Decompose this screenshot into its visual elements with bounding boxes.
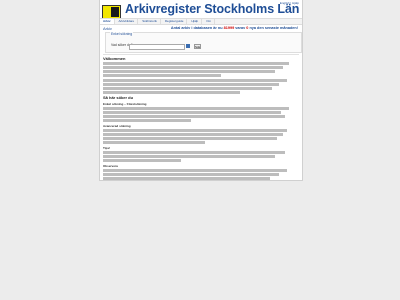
help-icon[interactable] <box>186 44 190 48</box>
main-nav: Arkiv Arkivbildare Sökhistorik Registerg… <box>100 18 302 25</box>
tab-arkivbildare[interactable]: Arkivbildare <box>116 19 139 24</box>
count-middle: varav <box>235 26 246 30</box>
text-line <box>103 87 272 90</box>
text-line <box>103 169 288 172</box>
text-line <box>103 159 182 162</box>
advanced-search-heading: Avancerad sökning <box>103 124 131 128</box>
text-line <box>103 119 192 122</box>
tips-heading: Tips! <box>103 146 111 150</box>
text-line <box>103 107 290 110</box>
text-line <box>103 115 286 118</box>
count-number: 81999 <box>223 26 235 30</box>
text-line <box>103 151 286 154</box>
search-legend: Enkel sökning <box>110 32 134 36</box>
simple-search-box: Enkel sökning Vad söker du? Sök <box>105 32 302 53</box>
tab-registerguide[interactable]: Registerguide <box>162 19 188 24</box>
observe-heading: Observera <box>103 164 118 168</box>
count-suffix: nya den senaste månaden! <box>249 26 298 30</box>
text-line <box>103 137 278 140</box>
text-line <box>103 70 276 73</box>
text-line <box>103 141 205 144</box>
text-line <box>103 111 282 114</box>
header: Arkivregister Stockholms Län English | H… <box>100 0 302 19</box>
text-line <box>103 74 221 77</box>
page-container: Arkivregister Stockholms Län English | H… <box>99 0 303 181</box>
logo-bar <box>111 7 119 17</box>
content: Välkommen Så här söker du Enkel sökning … <box>103 57 299 181</box>
text-line <box>103 155 276 158</box>
text-line <box>103 173 280 176</box>
tab-arkiv[interactable]: Arkiv <box>100 19 115 24</box>
search-input[interactable] <box>129 44 185 50</box>
section-link-arkiv[interactable]: Arkiv <box>103 26 112 31</box>
text-line <box>103 91 241 94</box>
text-line <box>103 83 280 86</box>
logo[interactable] <box>102 5 121 19</box>
page-title: Arkivregister Stockholms Län <box>125 2 300 16</box>
text-line <box>103 79 288 82</box>
search-button[interactable]: Sök <box>194 44 201 49</box>
count-prefix: Antal arkiv i databasen är nu <box>170 26 223 30</box>
archive-count: Antal arkiv i databasen är nu 81999 vara… <box>171 26 298 30</box>
how-heading: Så här söker du <box>103 95 134 100</box>
welcome-heading: Välkommen <box>103 56 126 61</box>
text-line <box>103 66 284 69</box>
tab-om[interactable]: Om <box>203 19 216 24</box>
top-links[interactable]: English | Hjälp <box>280 1 299 5</box>
divider <box>103 54 299 55</box>
tab-hjalp[interactable]: Hjälp <box>188 19 203 24</box>
tab-sokhistorik[interactable]: Sökhistorik <box>139 19 161 24</box>
text-line <box>103 133 284 136</box>
simple-search-heading: Enkel sökning – fritextsökning <box>103 102 147 106</box>
text-line <box>103 62 290 65</box>
text-line <box>103 177 270 180</box>
text-line <box>103 129 288 132</box>
